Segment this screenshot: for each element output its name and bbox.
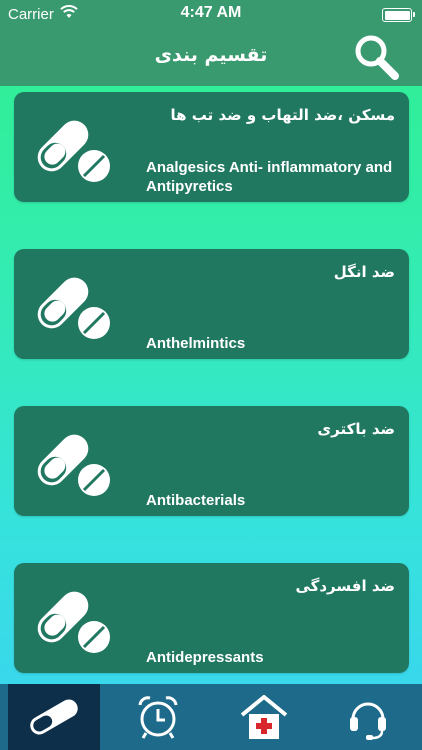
pill-icon xyxy=(37,120,110,182)
category-name-fa: مسکن ،ضد التهاب و ضد تب ها xyxy=(170,106,396,124)
hospital-icon xyxy=(240,695,288,739)
category-name-fa: ضد باکتری xyxy=(317,420,395,438)
alarm-clock-icon xyxy=(138,696,178,739)
search-button[interactable] xyxy=(352,33,404,83)
tab-reminders[interactable] xyxy=(112,684,204,750)
pill-icon xyxy=(37,434,110,496)
category-card-antibacterials[interactable]: ضد باکتری Antibacterials xyxy=(14,406,409,516)
tab-support[interactable] xyxy=(322,684,414,750)
pill-icon xyxy=(37,591,110,653)
category-name-en: Anthelmintics xyxy=(146,335,246,352)
tab-drugs[interactable] xyxy=(8,684,100,750)
pill-icon xyxy=(30,699,78,735)
category-name-fa: ضد افسردگی xyxy=(295,577,395,595)
nav-bar: تقسیم بندی xyxy=(0,30,422,86)
battery-icon xyxy=(382,8,415,22)
category-card-antidepressants[interactable]: ضد افسردگی Antidepressants xyxy=(14,563,409,673)
category-name-en: Analgesics Anti- inflammatory and Antipy… xyxy=(146,159,393,195)
search-icon xyxy=(355,35,399,80)
pill-icon xyxy=(37,277,110,339)
category-name-en: Antibacterials xyxy=(146,492,246,509)
status-time: 4:47 AM xyxy=(180,4,242,21)
category-name-en: Antidepressants xyxy=(146,649,264,666)
category-name-fa: ضد انگل xyxy=(333,263,395,281)
category-card-anthelmintics[interactable]: ضد انگل Anthelmintics xyxy=(14,249,409,359)
tab-hospital[interactable] xyxy=(218,684,310,750)
tab-bar xyxy=(0,684,422,750)
headset-icon xyxy=(350,702,386,740)
status-bar: Carrier 4:47 AM xyxy=(0,0,422,30)
category-card-analgesics[interactable]: مسکن ،ضد التهاب و ضد تب ها Analgesics An… xyxy=(14,92,409,202)
